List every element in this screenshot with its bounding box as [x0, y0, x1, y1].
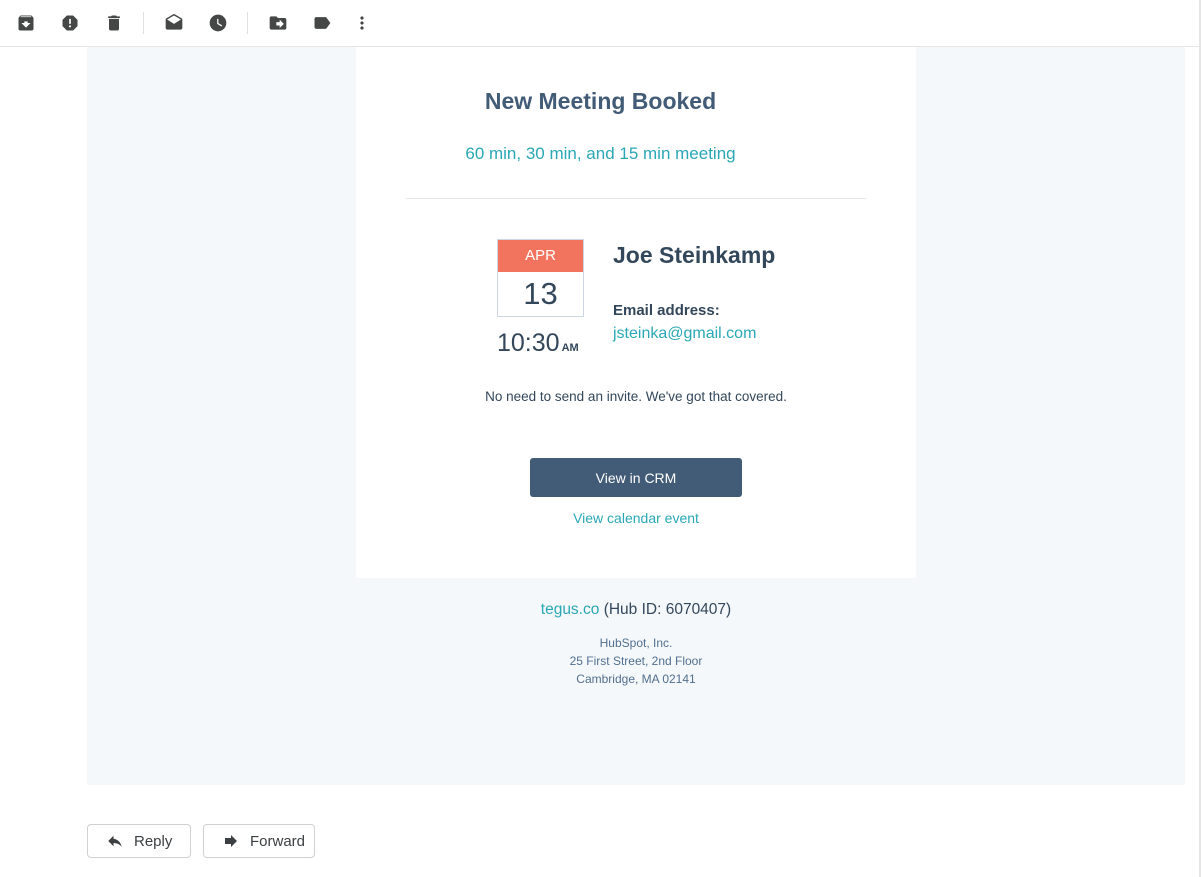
archive-icon[interactable] — [14, 11, 38, 35]
label-icon[interactable] — [310, 11, 334, 35]
snooze-icon[interactable] — [206, 11, 230, 35]
more-icon[interactable] — [350, 11, 374, 35]
invite-note: No need to send an invite. We've got tha… — [485, 389, 787, 404]
meeting-time-value: 10:30 — [497, 329, 560, 357]
meeting-time-ampm: AM — [561, 342, 579, 354]
meeting-time: 10:30 AM — [497, 329, 587, 358]
footer-city: Cambridge, MA 02141 — [576, 672, 696, 686]
forward-icon — [225, 835, 237, 847]
calendar-date-badge: APR 13 — [497, 239, 584, 317]
divider — [406, 198, 866, 199]
contact-email-link[interactable]: jsteinka@gmail.com — [613, 325, 756, 343]
delete-icon[interactable] — [102, 11, 126, 35]
forward-button[interactable]: Forward — [203, 824, 315, 858]
footer-company: HubSpot, Inc. — [599, 636, 673, 650]
report-spam-icon[interactable] — [58, 11, 82, 35]
view-calendar-event-link[interactable]: View calendar event — [356, 510, 916, 526]
toolbar-divider — [247, 12, 248, 34]
meeting-subtitle: 60 min, 30 min, and 15 min meeting — [465, 144, 736, 163]
footer-street: 25 First Street, 2nd Floor — [569, 654, 703, 668]
email-toolbar — [0, 0, 1199, 47]
hub-id: (Hub ID: 6070407) — [603, 601, 732, 618]
email-address-label: Email address: — [613, 302, 720, 319]
toolbar-divider — [143, 12, 144, 34]
reply-icon — [108, 835, 122, 847]
email-title: New Meeting Booked — [484, 88, 717, 114]
mark-unread-icon[interactable] — [162, 11, 186, 35]
forward-label: Forward — [250, 832, 306, 850]
move-to-icon[interactable] — [266, 11, 290, 35]
hub-info: tegus.co (Hub ID: 6070407) — [356, 601, 916, 619]
calendar-month: APR — [498, 240, 583, 272]
view-in-crm-button[interactable]: View in CRM — [530, 458, 742, 497]
hub-link[interactable]: tegus.co — [541, 601, 600, 618]
reply-label: Reply — [134, 832, 173, 850]
calendar-day: 13 — [523, 276, 558, 311]
reply-button[interactable]: Reply — [87, 824, 191, 858]
contact-name: Joe Steinkamp — [613, 242, 776, 268]
